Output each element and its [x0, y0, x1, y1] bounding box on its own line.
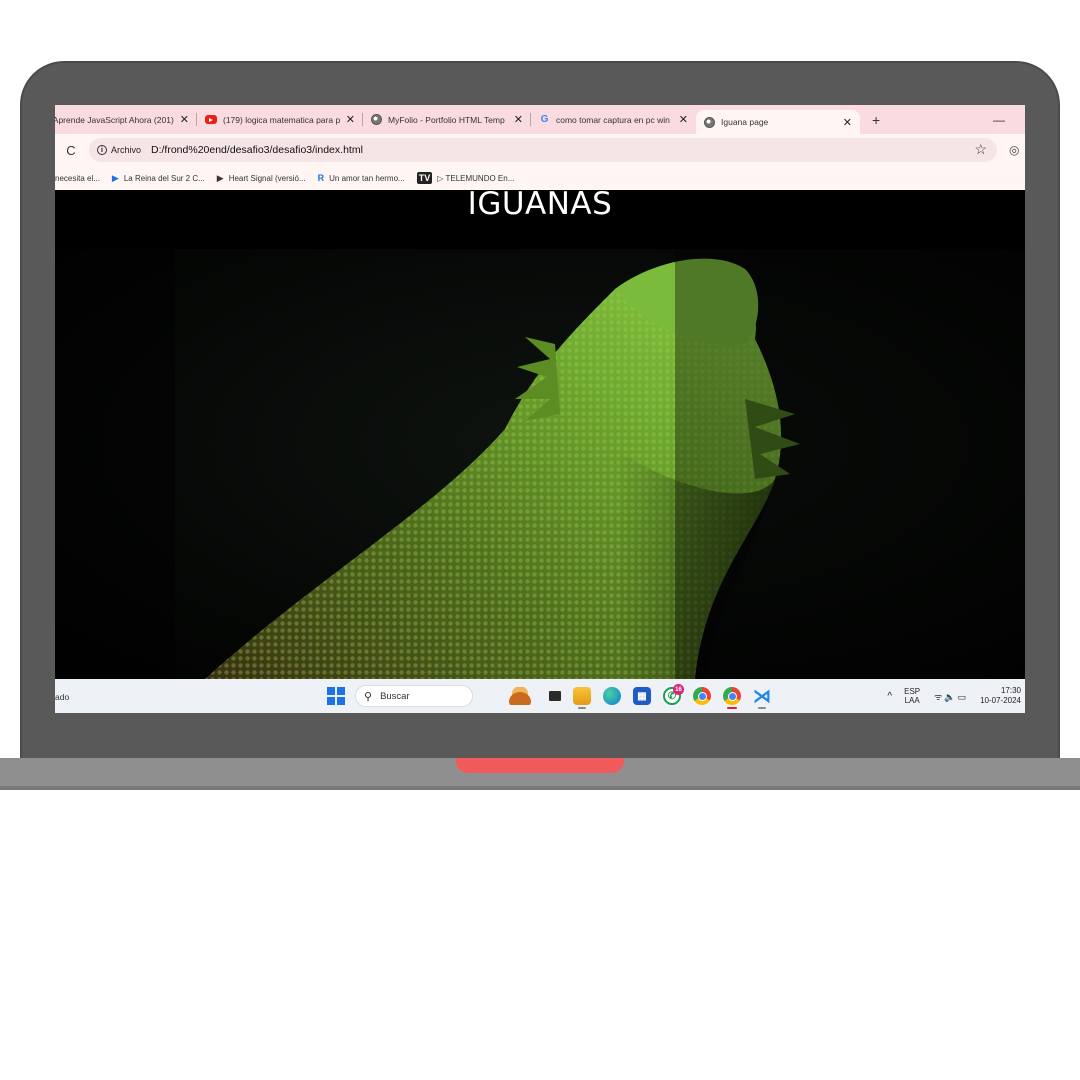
chrome-icon[interactable]: [693, 687, 711, 705]
running-indicator: [578, 707, 586, 709]
file-chip[interactable]: Archivo: [111, 145, 141, 155]
task-view-icon[interactable]: [549, 691, 561, 701]
tab-title: (179) logica matematica para p: [223, 114, 340, 125]
weather-widget-icon[interactable]: [503, 687, 537, 705]
globe-icon: [704, 116, 715, 128]
laptop-screen: (201) Aprende JavaScript Ahora ✕ (179) l…: [55, 105, 1025, 713]
windows-start-icon[interactable]: [327, 687, 345, 705]
close-tab-icon[interactable]: ✕: [180, 113, 189, 126]
omnibox[interactable]: i Archivo D:/frond%20end/desafio3/desafi…: [89, 138, 997, 162]
tab-title: (201) Aprende JavaScript Ahora: [55, 114, 174, 125]
iguana-hero-image: [55, 249, 1025, 679]
system-tray: ^ ESP LAA ᯤ🔈▭ 17:30 10-07-2024: [887, 684, 1021, 708]
bookmark-label: Heart Signal (versió...: [228, 173, 306, 183]
bookmark-item[interactable]: TV ▷ TELEMUNDO En...: [416, 172, 515, 184]
google-icon: G: [540, 114, 549, 125]
close-tab-icon[interactable]: ✕: [514, 113, 523, 126]
file-explorer-icon[interactable]: [573, 687, 591, 709]
page-header: IGUANAS: [55, 186, 1025, 249]
windows-taskbar: ado ⚲ Buscar ▦ ✆ 16 ⋊ ^ ESP LAA ᯤ🔈▭ 17:3…: [55, 679, 1025, 713]
time-text: 17:30: [1000, 686, 1021, 695]
edge-browser-icon[interactable]: [603, 687, 621, 705]
chevron-up-icon[interactable]: ^: [887, 691, 892, 702]
vscode-icon[interactable]: ⋊: [753, 686, 771, 709]
play-icon: ▶: [111, 172, 119, 183]
tab-javascript[interactable]: (201) Aprende JavaScript Ahora ✕: [55, 105, 197, 134]
close-tab-icon[interactable]: ✕: [843, 116, 852, 129]
language-indicator[interactable]: ESP LAA: [904, 687, 920, 705]
extension-icon[interactable]: ◎: [1009, 143, 1019, 157]
bookmark-item[interactable]: ▶ La Reina del Sur 2 C...: [112, 173, 205, 184]
notification-badge: 16: [673, 684, 684, 695]
tab-title: como tomar captura en pc win: [556, 114, 670, 125]
tab-myfolio[interactable]: MyFolio - Portfolio HTML Temp ✕: [363, 105, 531, 134]
laptop-trackpad-notch: [456, 758, 624, 773]
running-indicator: [758, 707, 766, 709]
laptop-mockup: (201) Aprende JavaScript Ahora ✕ (179) l…: [0, 0, 1080, 1080]
bookmark-star-icon[interactable]: ☆: [974, 141, 987, 158]
chrome-profile-icon[interactable]: [723, 687, 741, 709]
search-placeholder: Buscar: [380, 690, 410, 702]
info-icon[interactable]: i: [97, 145, 107, 155]
tab-logica[interactable]: (179) logica matematica para p ✕: [197, 105, 363, 134]
tab-title: Iguana page: [721, 117, 769, 127]
clock[interactable]: 17:30 10-07-2024: [980, 686, 1021, 706]
taskbar-left-label: ado: [55, 692, 70, 702]
page-title: IGUANAS: [467, 186, 613, 222]
close-tab-icon[interactable]: ✕: [679, 113, 688, 126]
wifi-volume-battery-icons[interactable]: ᯤ🔈▭: [934, 690, 968, 703]
r-logo-icon: R: [317, 173, 325, 183]
tv-icon: TV: [416, 172, 433, 184]
tab-captura[interactable]: G como tomar captura en pc win ✕: [531, 105, 696, 134]
bookmark-item[interactable]: R Un amor tan hermo...: [318, 173, 405, 183]
date-text: 10-07-2024: [980, 696, 1021, 705]
iguana-illustration: [55, 249, 1025, 679]
close-tab-icon[interactable]: ✕: [346, 113, 355, 126]
new-tab-button[interactable]: +: [860, 105, 892, 134]
bookmark-label: ▷ TELEMUNDO En...: [437, 173, 515, 183]
active-indicator: [727, 707, 737, 709]
whatsapp-icon[interactable]: ✆ 16: [663, 684, 684, 705]
globe-icon: [371, 114, 382, 125]
youtube-icon: [205, 115, 217, 124]
address-bar-row: C i Archivo D:/frond%20end/desafio3/desa…: [55, 134, 1025, 166]
bookmark-label: necesita el...: [55, 173, 100, 183]
url-text[interactable]: D:/frond%20end/desafio3/desafio3/index.h…: [151, 144, 363, 156]
taskbar-search-box[interactable]: ⚲ Buscar: [355, 685, 473, 707]
microsoft-store-icon[interactable]: ▦: [633, 687, 651, 705]
reload-icon[interactable]: C: [59, 143, 83, 158]
bookmark-label: Un amor tan hermo...: [329, 173, 405, 183]
search-icon: ⚲: [364, 690, 373, 703]
tab-iguana-page[interactable]: Iguana page ✕: [696, 110, 860, 134]
tab-strip: (201) Aprende JavaScript Ahora ✕ (179) l…: [55, 105, 1025, 134]
taskbar-center: ⚲ Buscar ▦ ✆ 16 ⋊: [327, 683, 771, 709]
bookmark-item[interactable]: necesita el...: [55, 174, 100, 183]
tab-title: MyFolio - Portfolio HTML Temp: [388, 114, 505, 125]
keyboard-layout: LAA: [904, 696, 920, 705]
minimize-button[interactable]: —: [973, 105, 1025, 134]
play-icon: ▶: [216, 172, 224, 183]
bookmark-label: La Reina del Sur 2 C...: [123, 173, 205, 183]
language-code: ESP: [904, 687, 921, 696]
bookmark-item[interactable]: ▶ Heart Signal (versió...: [217, 173, 306, 184]
